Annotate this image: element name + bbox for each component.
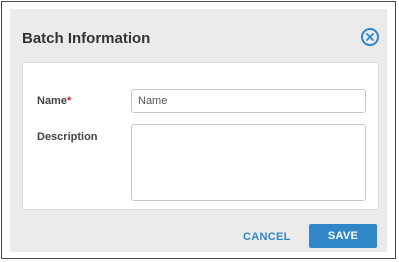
save-button[interactable]: SAVE xyxy=(309,224,377,248)
close-icon xyxy=(366,33,374,41)
required-marker: * xyxy=(66,95,72,107)
name-label-text: Name xyxy=(37,95,67,107)
dialog-title: Batch Information xyxy=(22,30,151,47)
form-panel: Name* Description xyxy=(22,62,379,210)
batch-information-dialog: Batch Information Name* Description CANC… xyxy=(1,1,396,259)
name-input[interactable] xyxy=(131,89,366,113)
description-textarea[interactable] xyxy=(131,124,366,201)
cancel-button[interactable]: CANCEL xyxy=(243,231,291,243)
close-button[interactable] xyxy=(361,28,379,46)
name-label: Name* xyxy=(37,95,71,107)
description-label: Description xyxy=(37,131,98,143)
dialog-body: Batch Information Name* Description CANC… xyxy=(10,9,387,252)
